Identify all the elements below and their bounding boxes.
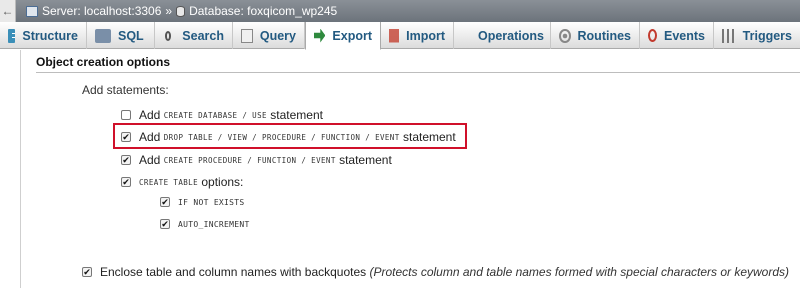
- option-drop-table[interactable]: Add DROP TABLE / VIEW / PROCEDURE / FUNC…: [121, 130, 456, 144]
- tab-label: SQL: [118, 28, 144, 43]
- tab-export[interactable]: Export: [305, 22, 381, 50]
- events-icon: [648, 29, 657, 42]
- tab-label: Routines: [577, 28, 631, 43]
- breadcrumb-server[interactable]: Server: localhost:3306: [42, 4, 161, 18]
- tab-label: Triggers: [742, 28, 792, 43]
- search-icon: [165, 30, 172, 41]
- sql-icon: [95, 28, 111, 43]
- checkbox-create-procedure[interactable]: [121, 155, 131, 165]
- tab-label: Query: [259, 28, 296, 43]
- option-code: IF NOT EXISTS: [178, 197, 245, 207]
- add-statements-label: Add statements:: [82, 83, 169, 97]
- option-suffix: options:: [201, 175, 244, 189]
- tab-bar: Structure SQL Search Query Export Import…: [0, 22, 800, 50]
- option-code: AUTO_INCREMENT: [178, 219, 250, 229]
- tab-routines[interactable]: Routines: [551, 22, 640, 49]
- tab-label: Export: [332, 28, 372, 43]
- tab-triggers[interactable]: Triggers: [714, 22, 800, 49]
- checkbox-create-database[interactable]: [121, 110, 131, 120]
- routines-icon: [559, 28, 571, 43]
- tab-operations[interactable]: Operations: [454, 22, 551, 49]
- structure-icon: [8, 28, 16, 43]
- checkbox-auto-increment[interactable]: [160, 219, 170, 229]
- tab-structure[interactable]: Structure: [0, 22, 87, 49]
- server-icon: [26, 5, 38, 17]
- option-code: CREATE TABLE: [139, 177, 198, 187]
- breadcrumb-separator: »: [165, 4, 173, 18]
- section-divider: [36, 72, 800, 73]
- tab-sql[interactable]: SQL: [87, 22, 155, 49]
- option-prefix: Add: [139, 108, 161, 122]
- option-note: (Protects column and table names formed …: [369, 265, 790, 279]
- option-code: DROP TABLE / VIEW / PROCEDURE / FUNCTION…: [163, 132, 400, 142]
- option-auto-increment[interactable]: AUTO_INCREMENT: [160, 219, 250, 229]
- tab-import[interactable]: Import: [381, 22, 454, 49]
- breadcrumb: Server: localhost:3306 » Database: foxqi…: [26, 4, 337, 18]
- operations-icon: [462, 30, 474, 41]
- breadcrumb-database[interactable]: Database: foxqicom_wp245: [189, 4, 337, 18]
- option-prefix: Add: [139, 153, 161, 167]
- option-if-not-exists[interactable]: IF NOT EXISTS: [160, 197, 245, 207]
- checkbox-create-table[interactable]: [121, 177, 131, 187]
- tab-label: Structure: [22, 28, 78, 43]
- option-backquotes[interactable]: Enclose table and column names with back…: [82, 265, 789, 279]
- option-create-procedure[interactable]: Add CREATE PROCEDURE / FUNCTION / EVENT …: [121, 153, 392, 167]
- checkbox-if-not-exists[interactable]: [160, 197, 170, 207]
- option-text: Enclose table and column names with back…: [100, 265, 367, 279]
- database-icon: [176, 5, 186, 17]
- option-create-database[interactable]: Add CREATE DATABASE / USE statement: [121, 108, 323, 122]
- checkbox-backquotes[interactable]: [82, 267, 92, 277]
- option-create-table[interactable]: CREATE TABLE options:: [121, 175, 243, 189]
- import-icon: [389, 28, 400, 43]
- checkbox-drop-table[interactable]: [121, 132, 131, 142]
- back-arrow-icon[interactable]: ←: [0, 0, 16, 22]
- option-suffix: statement: [403, 130, 456, 144]
- triggers-icon: [722, 28, 736, 43]
- option-code: CREATE DATABASE / USE: [163, 110, 267, 120]
- breadcrumb-bar: ← Server: localhost:3306 » Database: fox…: [0, 0, 800, 22]
- option-code: CREATE PROCEDURE / FUNCTION / EVENT: [163, 155, 336, 165]
- section-title: Object creation options: [36, 55, 171, 69]
- tab-search[interactable]: Search: [155, 22, 233, 49]
- option-prefix: Add: [139, 130, 161, 144]
- tab-events[interactable]: Events: [640, 22, 714, 49]
- option-suffix: statement: [339, 153, 392, 167]
- export-icon: [314, 28, 326, 43]
- query-icon: [241, 28, 253, 43]
- tab-label: Search: [182, 28, 224, 43]
- tab-label: Events: [664, 28, 705, 43]
- option-suffix: statement: [270, 108, 323, 122]
- tab-label: Import: [406, 28, 445, 43]
- tab-label: Operations: [478, 28, 544, 43]
- tab-query[interactable]: Query: [233, 22, 305, 49]
